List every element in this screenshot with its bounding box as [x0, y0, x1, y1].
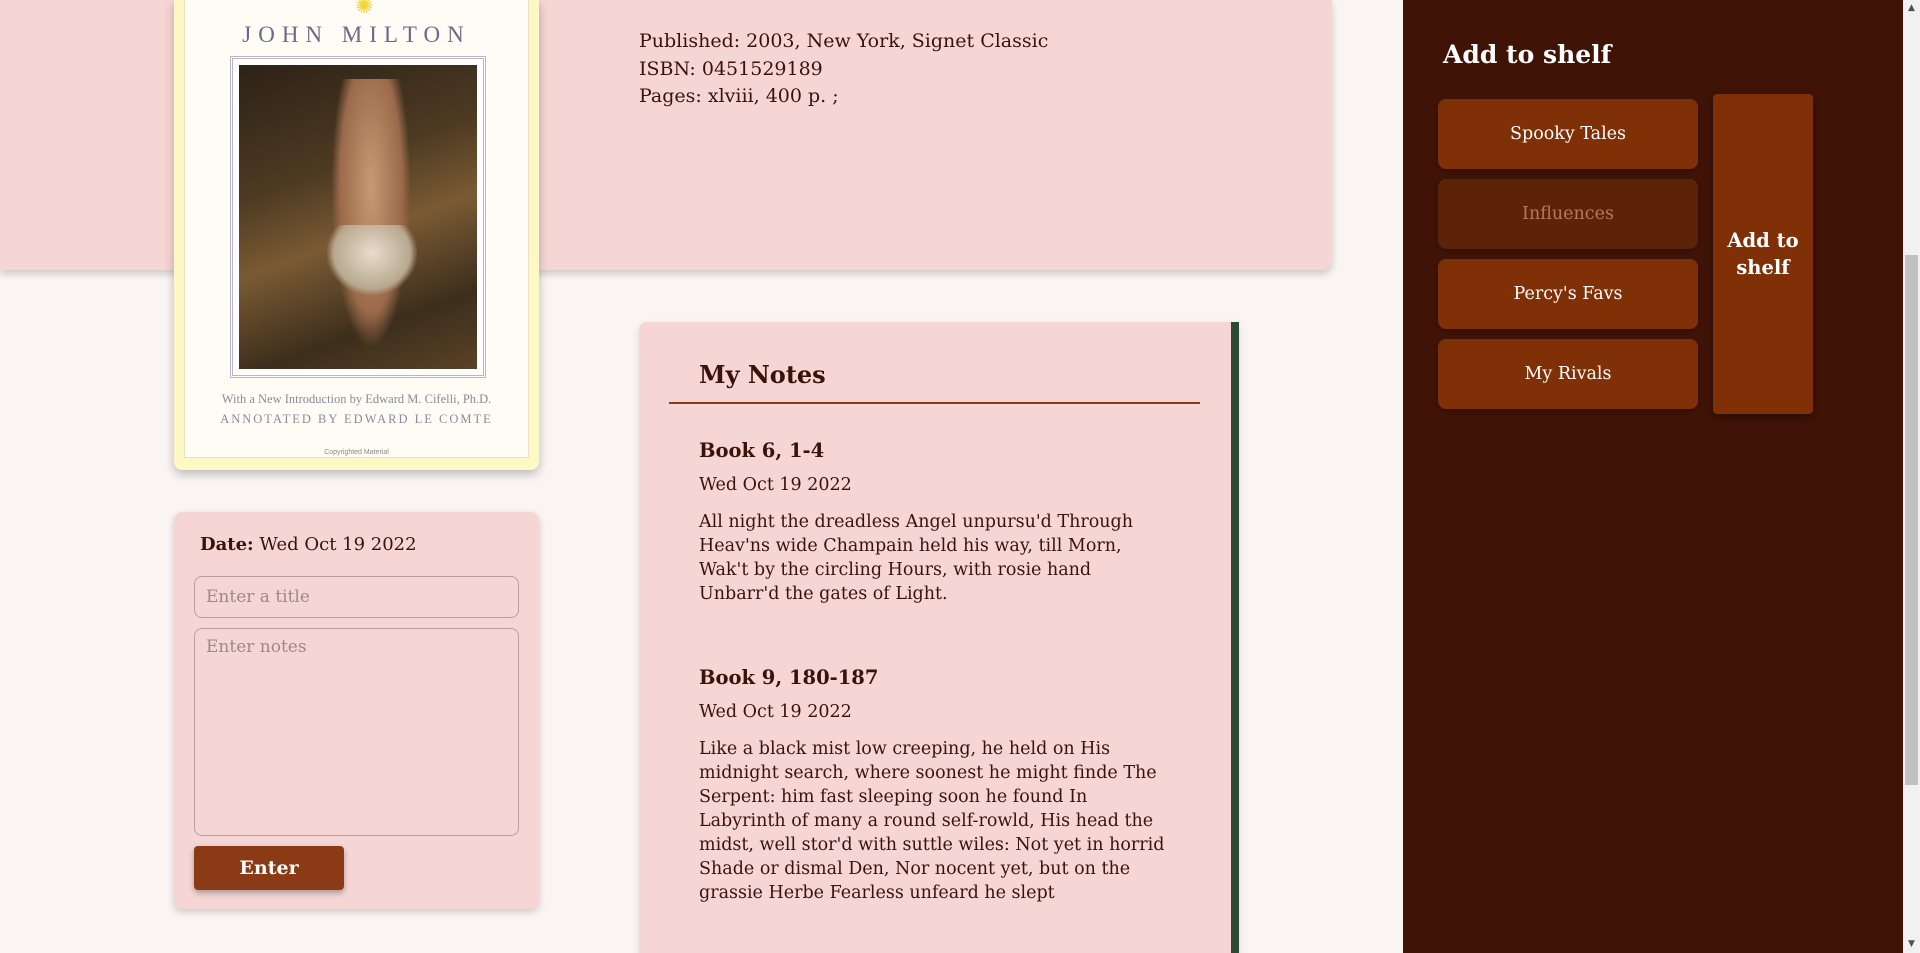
note-body-input[interactable] — [194, 628, 519, 836]
scroll-up-icon[interactable]: ▲ — [1903, 0, 1920, 17]
cover-painting-frame — [230, 56, 486, 378]
note-title-input[interactable] — [194, 576, 519, 618]
add-to-shelf-sidebar: Add to shelf Spooky Tales Influences Per… — [1403, 0, 1903, 953]
book-published: Published: 2003, New York, Signet Classi… — [639, 30, 1049, 52]
cover-painting — [239, 65, 477, 369]
shelf-option-my-rivals[interactable]: My Rivals — [1438, 339, 1698, 409]
cover-author: JOHN MILTON — [242, 22, 471, 47]
book-isbn: ISBN: 0451529189 — [639, 57, 823, 80]
my-notes-panel: My Notes Book 6, 1-4 Wed Oct 19 2022 All… — [639, 322, 1239, 953]
notes-divider — [669, 402, 1200, 404]
note-date: Wed Oct 19 2022 — [699, 702, 852, 722]
note-body: Like a black mist low creeping, he held … — [699, 739, 1165, 903]
sun-ornament-icon: ✺ — [355, 0, 374, 19]
sidebar-title: Add to shelf — [1443, 40, 1612, 69]
enter-button[interactable]: Enter — [194, 846, 344, 890]
note-title: Book 6, 1-4 — [699, 439, 825, 462]
note-title: Book 9, 180-187 — [699, 666, 879, 689]
cover-annotated: ANNOTATED BY EDWARD LE COMTE — [220, 412, 493, 426]
shelf-option-influences[interactable]: Influences — [1438, 179, 1698, 249]
shelf-option-percys-favs[interactable]: Percy's Favs — [1438, 259, 1698, 329]
scrollbar-thumb[interactable] — [1905, 255, 1918, 785]
date-value: Wed Oct 19 2022 — [259, 534, 417, 555]
scroll-down-icon[interactable]: ▼ — [1903, 936, 1920, 953]
add-to-shelf-button[interactable]: Add to shelf — [1713, 94, 1813, 414]
note-date: Date: Wed Oct 19 2022 — [200, 534, 417, 555]
date-label: Date: — [200, 534, 254, 555]
note-date: Wed Oct 19 2022 — [699, 475, 852, 495]
note-body: All night the dreadless Angel unpursu'd … — [699, 512, 1134, 604]
book-cover-image: ✺ JOHN MILTON With a New Introduction by… — [174, 0, 539, 470]
new-note-form: Date: Wed Oct 19 2022 Enter — [174, 512, 539, 909]
note-item: Book 6, 1-4 Wed Oct 19 2022 All night th… — [699, 439, 1174, 606]
note-item: Book 9, 180-187 Wed Oct 19 2022 Like a b… — [699, 666, 1174, 905]
page-scrollbar[interactable]: ▲ ▼ — [1903, 0, 1920, 953]
cover-copyright: Copyrighted Material — [324, 449, 389, 456]
book-pages: Pages: xlviii, 400 p. ; — [639, 85, 839, 107]
notes-heading: My Notes — [699, 360, 826, 389]
cover-intro: With a New Introduction by Edward M. Cif… — [221, 392, 492, 406]
book-metadata: Published: 2003, New York, Signet Classi… — [639, 28, 1048, 111]
shelf-option-spooky-tales[interactable]: Spooky Tales — [1438, 99, 1698, 169]
